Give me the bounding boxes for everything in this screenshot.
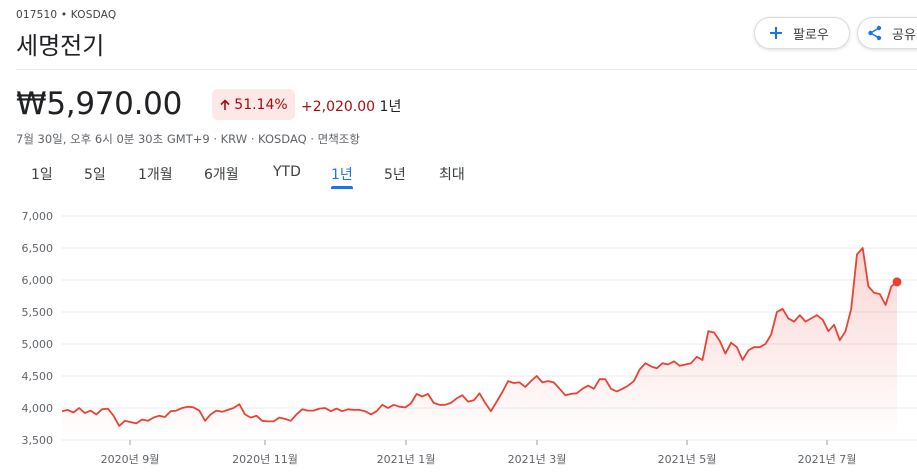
tab-label: 1년 [331, 167, 353, 183]
x-tick-label: 2020년 9월 [101, 453, 160, 466]
y-tick-label: 5,000 [22, 338, 54, 351]
tab-label: 최대 [439, 167, 465, 183]
y-tick-label: 5,500 [22, 306, 54, 319]
active-tab-indicator [331, 186, 353, 189]
change-amount: +2,020.00 [301, 99, 376, 115]
tab-label: 5일 [84, 167, 106, 183]
share-button[interactable]: 공유 [857, 17, 917, 49]
tab-label: YTD [273, 164, 301, 180]
ticker-label: 017510 • KOSDAQ [16, 9, 117, 21]
quote-meta: 7월 30일, 오후 6시 0분 30초 GMT+9 · KRW · KOSDA… [16, 132, 360, 146]
y-tick-label: 6,500 [22, 242, 54, 255]
price-chart[interactable]: 7,000 6,500 6,000 5,500 5,000 4,500 4,000 3,500… [0, 0, 917, 472]
x-axis-labels: 2020년 9월 2020년 11월 2021년 1월 2021년 3월 2021년 5… [101, 440, 857, 466]
tab-6m[interactable]: 6개월 [204, 164, 239, 184]
x-tick-label: 2021년 5월 [658, 453, 717, 466]
arrow-up-icon [220, 98, 230, 110]
change-percent: 51.14% [234, 96, 288, 113]
tab-1y[interactable]: 1년 [331, 164, 353, 189]
tab-label: 1일 [31, 167, 53, 183]
change-percent-badge: 51.14% [212, 89, 295, 120]
company-name: 세명전기 [16, 32, 105, 60]
tab-1m[interactable]: 1개월 [138, 164, 173, 184]
tab-ytd[interactable]: YTD [273, 164, 301, 180]
tab-5d[interactable]: 5일 [84, 164, 106, 184]
tab-1d[interactable]: 1일 [31, 164, 53, 184]
change-period: 1년 [379, 99, 402, 115]
change-absolute: +2,020.00 1년 [301, 96, 401, 116]
x-tick-label: 2021년 7월 [798, 453, 857, 466]
tab-label: 5년 [384, 167, 406, 183]
chart-grid [62, 215, 917, 441]
y-tick-label: 4,000 [22, 402, 54, 415]
x-tick-label: 2021년 3월 [508, 453, 567, 466]
tab-max[interactable]: 최대 [439, 164, 465, 184]
follow-label: 팔로우 [793, 27, 829, 43]
y-tick-label: 6,000 [22, 274, 54, 287]
price-area [62, 248, 897, 440]
price-line [61, 247, 898, 427]
y-tick-label: 3,500 [22, 434, 54, 447]
tab-label: 6개월 [204, 167, 239, 183]
share-icon [866, 24, 884, 42]
y-axis-labels: 7,000 6,500 6,000 5,500 5,000 4,500 4,000 3,500 [22, 210, 54, 447]
tab-5y[interactable]: 5년 [384, 164, 406, 184]
last-price-point [892, 277, 902, 287]
y-tick-label: 7,000 [22, 210, 54, 223]
y-tick-label: 4,500 [22, 370, 54, 383]
header-divider [16, 69, 917, 70]
x-tick-label: 2021년 1월 [377, 453, 436, 466]
current-price: ₩5,970.00 [16, 86, 182, 122]
tab-label: 1개월 [138, 167, 173, 183]
plus-icon [767, 24, 785, 42]
follow-button[interactable]: 팔로우 [754, 17, 850, 49]
share-label: 공유 [892, 27, 916, 43]
x-tick-label: 2020년 11월 [232, 453, 298, 466]
